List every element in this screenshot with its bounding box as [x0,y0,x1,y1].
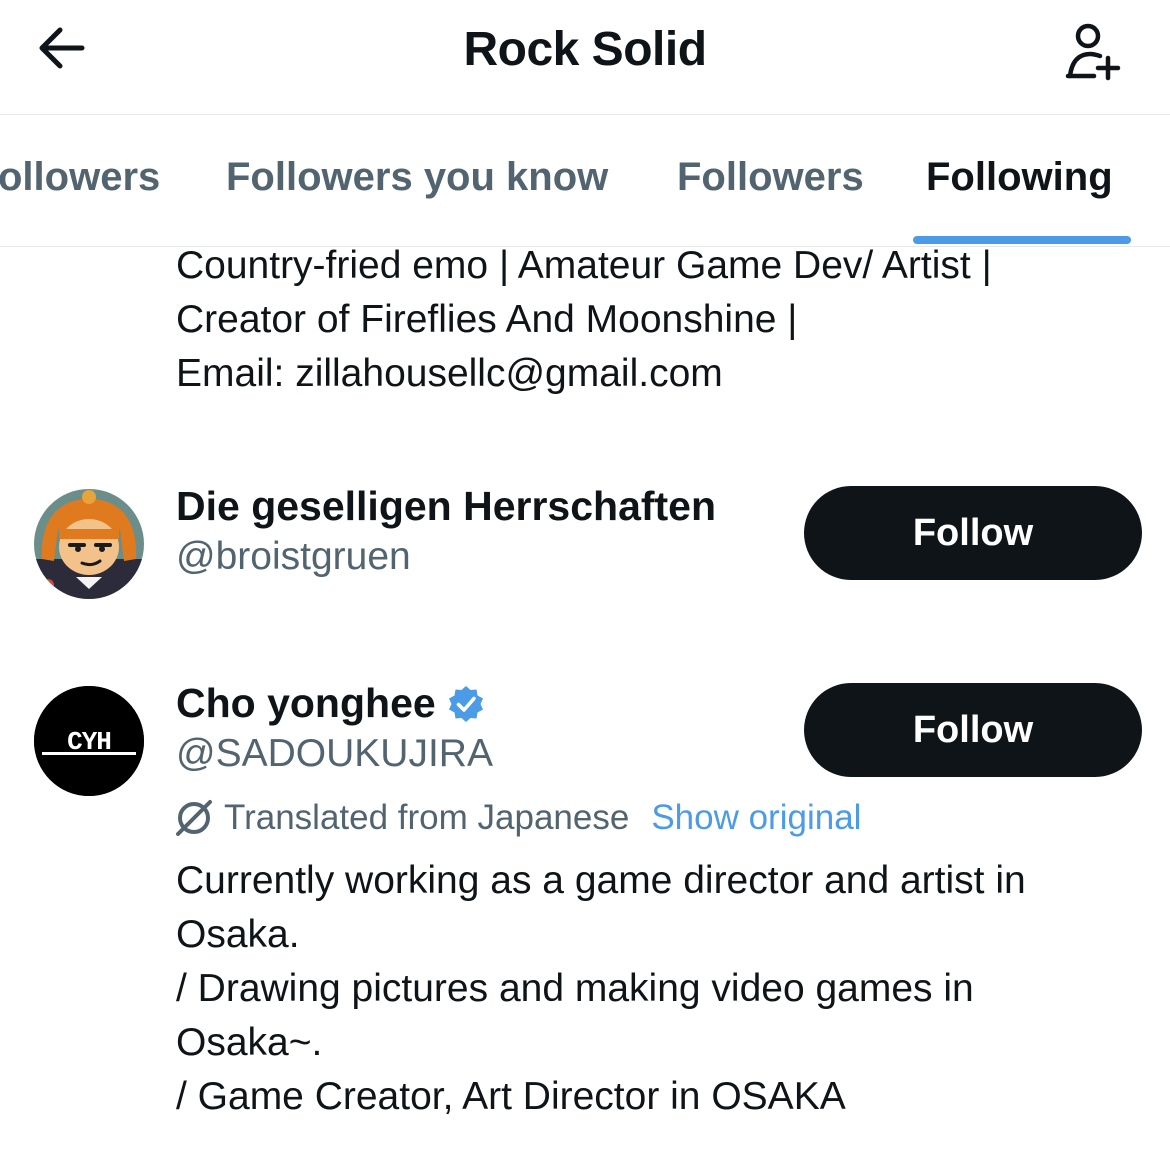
top-bar: Rock Solid [0,0,1170,115]
bio-line: Email: zillahousellc@gmail.com [176,352,723,395]
cartoon-avatar-image [34,489,144,599]
user-handle[interactable]: @broistgruen [176,535,411,579]
bio-line: Country-fried emo | Amateur Game Dev/ Ar… [176,244,992,287]
follow-button[interactable]: Follow [804,486,1142,580]
cyh-logo-avatar: CYH [34,686,144,796]
show-original-link[interactable]: Show original [651,798,861,838]
bio-line: Osaka. [176,913,300,956]
verified-badge-icon [448,685,483,722]
bio-line: Creator of Fireflies And Moonshine | [176,298,798,341]
tab-following[interactable]: Following [926,155,1113,200]
user-display-name[interactable]: Cho yonghee [176,680,486,727]
translate-icon [176,800,212,836]
avatar[interactable]: CYH [34,686,144,796]
add-user-icon [1065,23,1121,81]
translation-notice: Translated from Japanese Show original [172,796,861,840]
tab-followers-you-know[interactable]: Followers you know [226,155,608,200]
user-display-name[interactable]: Die geselligen Herrschaften [176,483,716,530]
user-bio: Currently working as a game director and… [176,854,1026,1124]
bio-line: / Game Creator, Art Director in OSAKA [176,1075,846,1118]
tab-followers-partial[interactable]: ollowers [0,155,160,200]
page-title: Rock Solid [463,23,707,76]
translated-label: Translated from Japanese [224,798,630,837]
user-name-text: Die geselligen Herrschaften [176,483,717,529]
tab-followers[interactable]: Followers [677,155,864,200]
user-bio: Country-fried emo | Amateur Game Dev/ Ar… [176,239,992,401]
add-user-button[interactable] [1052,10,1132,90]
user-name-text: Cho yonghee [176,680,436,726]
bio-line: Osaka~. [176,1021,323,1064]
tab-bar: ollowers Followers you know Followers Fo… [0,115,1170,247]
bio-line: / Drawing pictures and making video game… [176,967,974,1010]
follow-button[interactable]: Follow [804,683,1142,777]
user-handle[interactable]: @SADOUKUJIRA [176,732,493,776]
bio-line: Currently working as a game director and… [176,859,1026,902]
avatar[interactable] [34,489,144,599]
